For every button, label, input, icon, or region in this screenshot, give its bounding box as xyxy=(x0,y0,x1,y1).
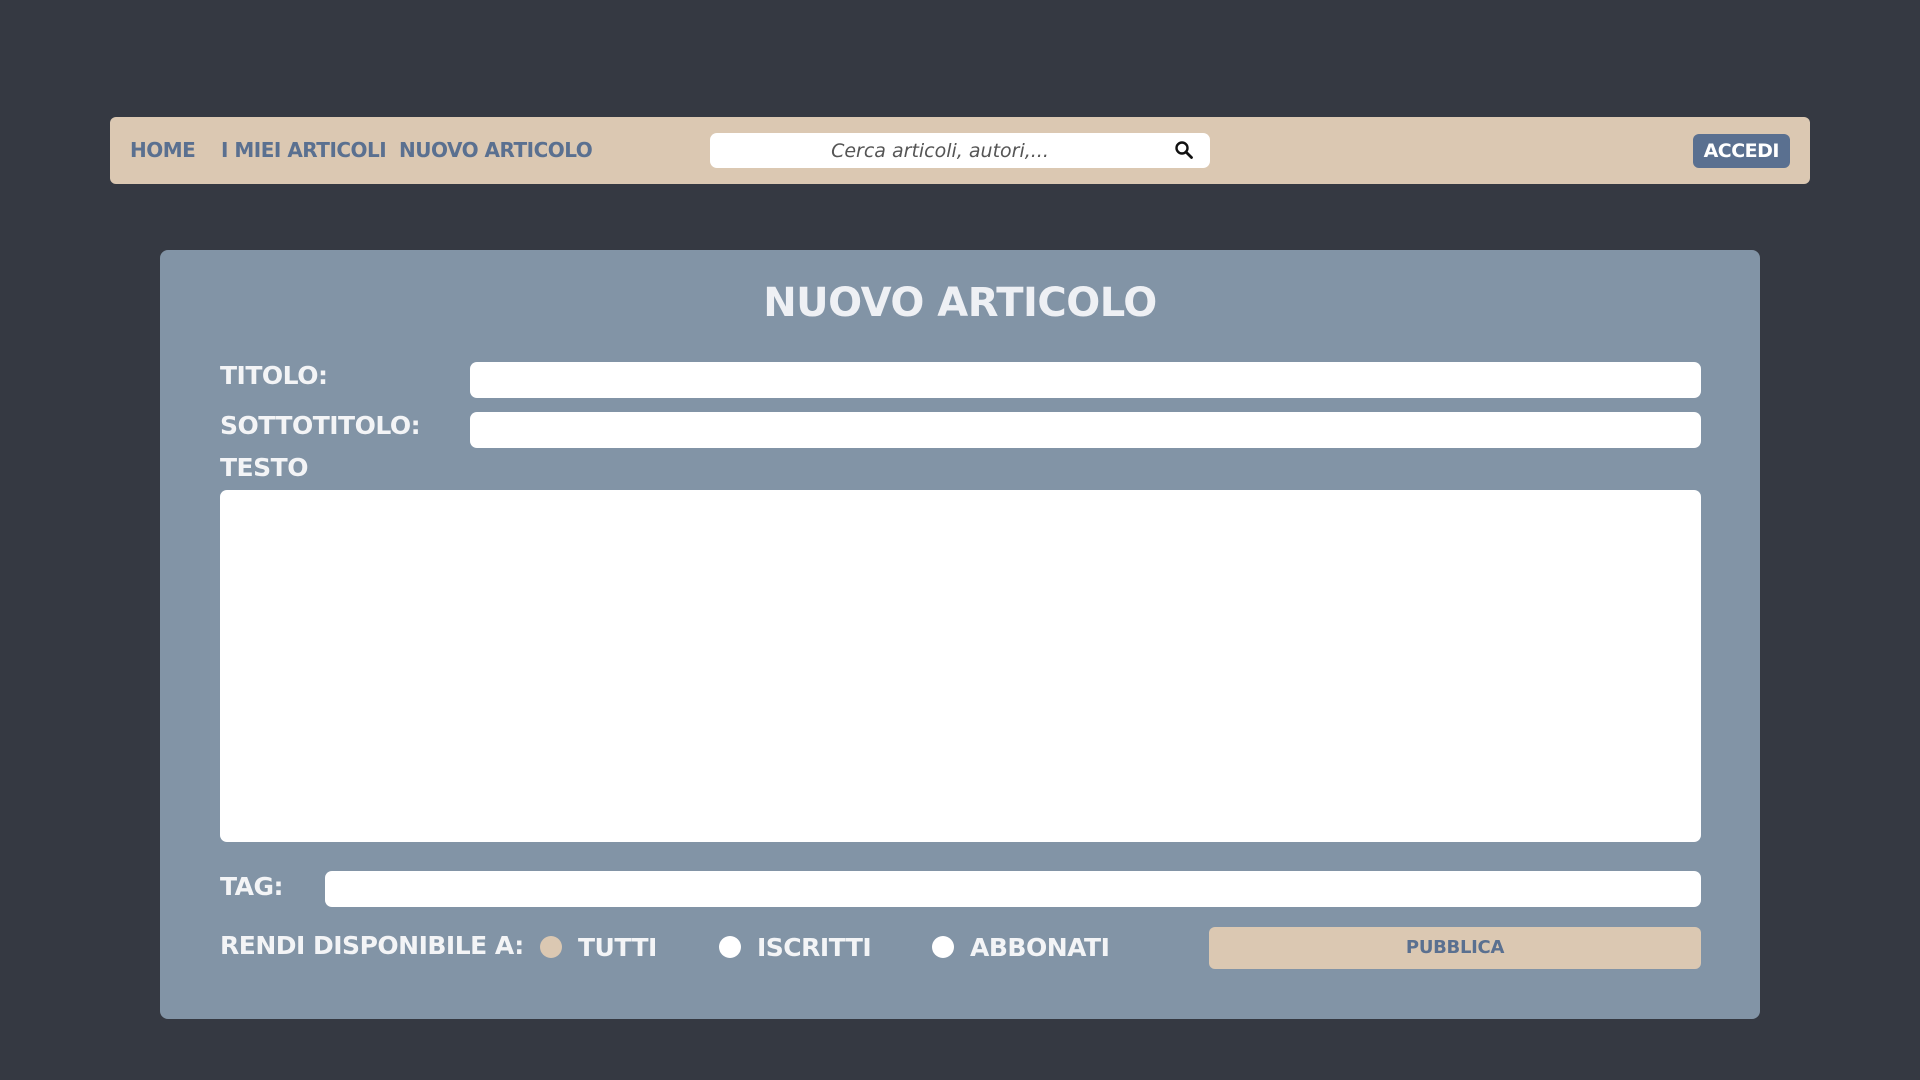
radio-button-iscritti[interactable] xyxy=(719,936,741,958)
radio-option-tutti[interactable]: TUTTI xyxy=(540,930,657,964)
title-label: TITOLO: xyxy=(220,361,328,390)
availability-label: RENDI DISPONIBILE A: xyxy=(220,931,524,960)
tag-input[interactable] xyxy=(325,871,1701,907)
search-box xyxy=(710,133,1210,168)
subtitle-label: SOTTOTITOLO: xyxy=(220,411,421,440)
radio-option-abbonati[interactable]: ABBONATI xyxy=(932,930,1110,964)
search-input[interactable] xyxy=(720,133,1160,168)
title-input[interactable] xyxy=(470,362,1701,398)
login-button[interactable]: ACCEDI xyxy=(1692,134,1790,168)
radio-button-abbonati[interactable] xyxy=(932,936,954,958)
new-article-form: NUOVO ARTICOLO TITOLO: SOTTOTITOLO: TEST… xyxy=(160,250,1760,1019)
body-textarea[interactable] xyxy=(220,490,1701,842)
nav-home-link[interactable]: HOME xyxy=(130,117,196,184)
tag-label: TAG: xyxy=(220,872,283,901)
top-navbar: HOME I MIEI ARTICOLI NUOVO ARTICOLO ACCE… xyxy=(110,117,1810,184)
body-label: TESTO xyxy=(220,453,308,482)
radio-option-iscritti[interactable]: ISCRITTI xyxy=(719,930,872,964)
radio-button-tutti[interactable] xyxy=(540,936,562,958)
subtitle-input[interactable] xyxy=(470,412,1701,448)
radio-label-abbonati: ABBONATI xyxy=(970,932,1110,962)
nav-new-article-link[interactable]: NUOVO ARTICOLO xyxy=(399,117,593,184)
search-icon[interactable] xyxy=(1174,140,1194,160)
nav-my-articles-link[interactable]: I MIEI ARTICOLI xyxy=(221,117,387,184)
radio-label-tutti: TUTTI xyxy=(578,932,657,962)
radio-label-iscritti: ISCRITTI xyxy=(757,932,872,962)
page-title: NUOVO ARTICOLO xyxy=(763,280,1157,326)
publish-button[interactable]: PUBBLICA xyxy=(1209,927,1701,969)
